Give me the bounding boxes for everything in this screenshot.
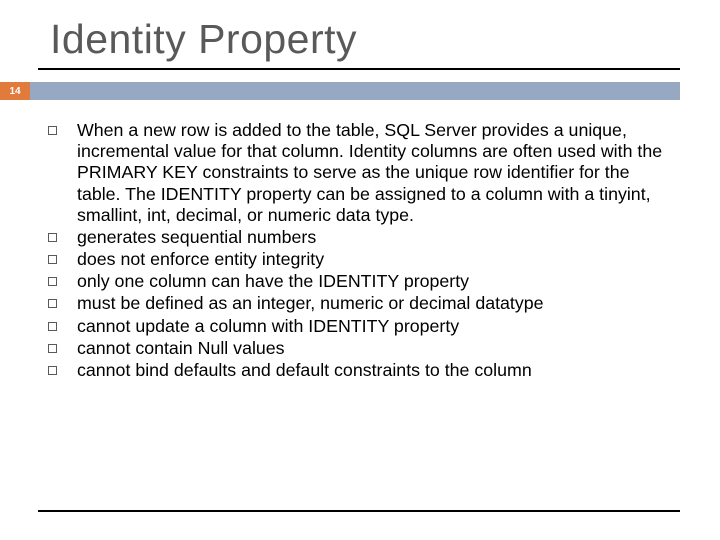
list-item: When a new row is added to the table, SQ… — [48, 120, 672, 226]
accent-bar — [30, 82, 680, 100]
list-item-text: cannot bind defaults and default constra… — [77, 360, 532, 381]
list-item: cannot contain Null values — [48, 338, 672, 359]
list-item-text: cannot update a column with IDENTITY pro… — [77, 316, 459, 337]
list-item-text: must be defined as an integer, numeric o… — [77, 293, 544, 314]
list-item-text: cannot contain Null values — [77, 338, 285, 359]
list-item: does not enforce entity integrity — [48, 249, 672, 270]
slide: Identity Property 14 When a new row is a… — [0, 0, 720, 540]
slide-title: Identity Property — [50, 16, 357, 63]
square-bullet-icon — [48, 126, 57, 135]
list-item-text: generates sequential numbers — [77, 227, 316, 248]
square-bullet-icon — [48, 255, 57, 264]
list-item: cannot bind defaults and default constra… — [48, 360, 672, 381]
list-item: only one column can have the IDENTITY pr… — [48, 271, 672, 292]
list-item: generates sequential numbers — [48, 227, 672, 248]
title-underline — [38, 68, 680, 70]
list-item-text: When a new row is added to the table, SQ… — [77, 120, 672, 226]
content-area: When a new row is added to the table, SQ… — [48, 120, 672, 382]
list-item-text: only one column can have the IDENTITY pr… — [77, 271, 469, 292]
square-bullet-icon — [48, 233, 57, 242]
footer-rule — [38, 510, 680, 512]
square-bullet-icon — [48, 344, 57, 353]
list-item: cannot update a column with IDENTITY pro… — [48, 316, 672, 337]
square-bullet-icon — [48, 322, 57, 331]
list-item: must be defined as an integer, numeric o… — [48, 293, 672, 314]
square-bullet-icon — [48, 366, 57, 375]
list-item-text: does not enforce entity integrity — [77, 249, 324, 270]
square-bullet-icon — [48, 277, 57, 286]
square-bullet-icon — [48, 299, 57, 308]
page-number-badge: 14 — [0, 82, 30, 100]
